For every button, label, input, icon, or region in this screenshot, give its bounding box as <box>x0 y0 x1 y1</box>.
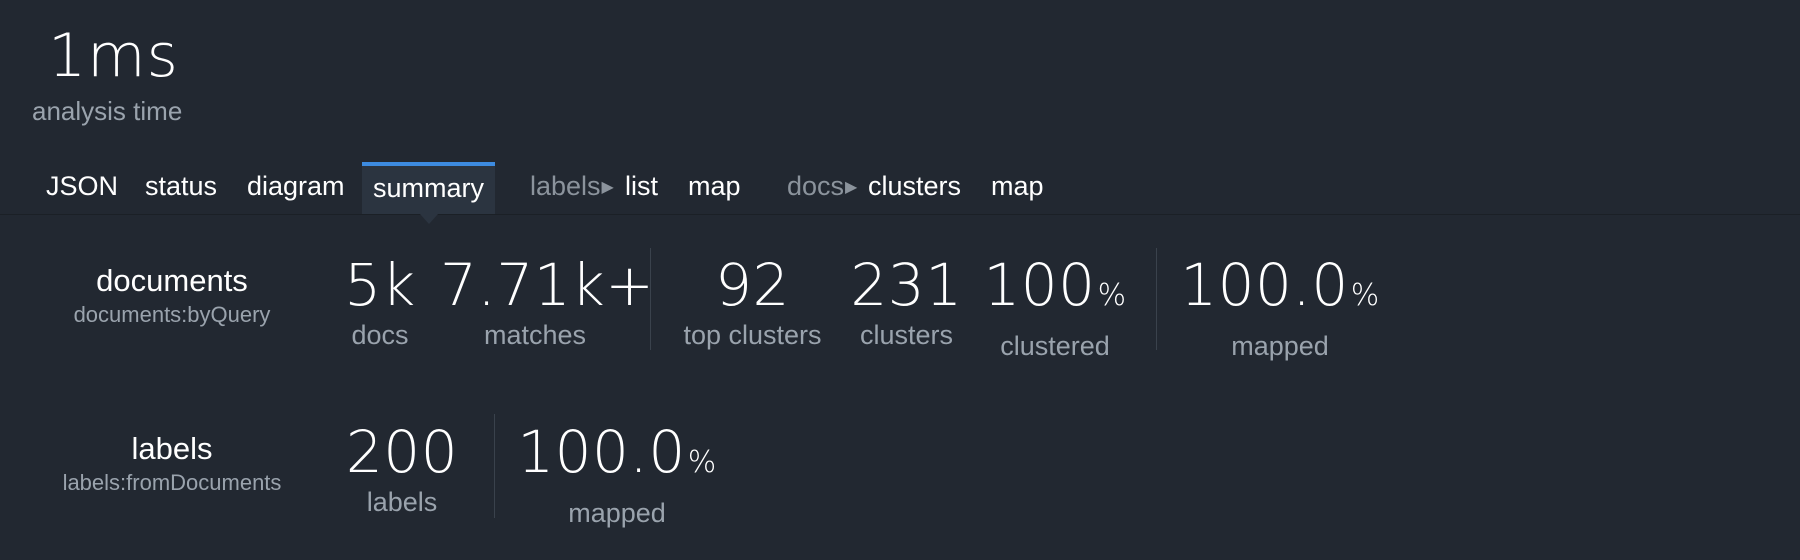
stat-clustered: 100% clustered <box>980 251 1130 362</box>
analysis-time-value: 1ms <box>48 21 179 91</box>
stat-docs-value: 5k <box>344 251 416 319</box>
stat-docs: 5k docs <box>330 251 430 351</box>
tab-group-docs: docs▶ <box>787 162 857 214</box>
stat-labels-mapped-label: mapped <box>568 498 666 528</box>
labels-section-title: labels <box>131 431 213 466</box>
stat-clusters-value: 231 <box>850 251 963 319</box>
tab-diagram[interactable]: diagram <box>247 162 345 214</box>
stat-clusters: 231 clusters <box>845 251 968 351</box>
analysis-time-label: analysis time <box>32 96 183 126</box>
stat-matches-label: matches <box>483 320 587 350</box>
stat-matches-value: 7.71k+ <box>440 251 655 319</box>
stat-matches: 7.71k+ matches <box>440 251 655 351</box>
stat-labels: 200 labels <box>335 418 469 518</box>
documents-section-subtitle: documents:byQuery <box>73 302 271 327</box>
view-tabs: JSON status diagram summary labels▶ list… <box>0 162 1800 224</box>
stat-labels-mapped-unit: % <box>687 445 717 480</box>
stat-labels-mapped-value: 100.0 <box>517 418 686 486</box>
tab-summary[interactable]: summary <box>362 162 496 224</box>
chevron-right-icon: ▶ <box>601 179 614 196</box>
stat-clustered-unit: % <box>1097 278 1127 313</box>
stat-documents-mapped-unit: % <box>1350 278 1380 313</box>
stat-labels-value: 200 <box>345 418 459 486</box>
tab-docs-clusters[interactable]: clusters <box>868 162 961 214</box>
stat-labels-mapped: 100.0% mapped <box>512 418 722 529</box>
tab-json[interactable]: JSON <box>46 162 118 214</box>
stat-top-clusters-value: 92 <box>715 251 790 319</box>
stat-docs-label: docs <box>351 320 409 350</box>
stat-top-clusters-label: top clusters <box>683 320 822 350</box>
tab-status[interactable]: status <box>145 162 217 214</box>
tab-labels-list[interactable]: list <box>625 162 658 214</box>
tab-group-docs-label: docs <box>787 171 845 201</box>
stat-divider <box>650 248 651 350</box>
stat-top-clusters: 92 top clusters <box>675 251 830 351</box>
documents-section-title: documents <box>96 263 248 298</box>
stat-divider <box>1156 248 1157 350</box>
chevron-right-icon: ▶ <box>845 179 858 196</box>
stat-clustered-value: 100 <box>983 251 1096 319</box>
analysis-summary-page: 1ms analysis time JSON status diagram su… <box>0 0 1800 560</box>
stat-divider <box>494 414 495 518</box>
stat-documents-mapped-value: 100.0 <box>1180 251 1349 319</box>
stat-documents-mapped-label: mapped <box>1231 331 1329 361</box>
tab-group-labels: labels▶ <box>530 162 614 214</box>
stat-clustered-label: clustered <box>1000 331 1110 361</box>
stat-documents-mapped: 100.0% mapped <box>1175 251 1385 362</box>
tab-labels-map[interactable]: map <box>688 162 741 214</box>
labels-section-subtitle: labels:fromDocuments <box>62 470 282 495</box>
stat-clusters-label: clusters <box>859 320 954 350</box>
tab-group-labels-label: labels <box>530 171 601 201</box>
stat-labels-label: labels <box>366 487 438 517</box>
tab-docs-map[interactable]: map <box>991 162 1044 214</box>
